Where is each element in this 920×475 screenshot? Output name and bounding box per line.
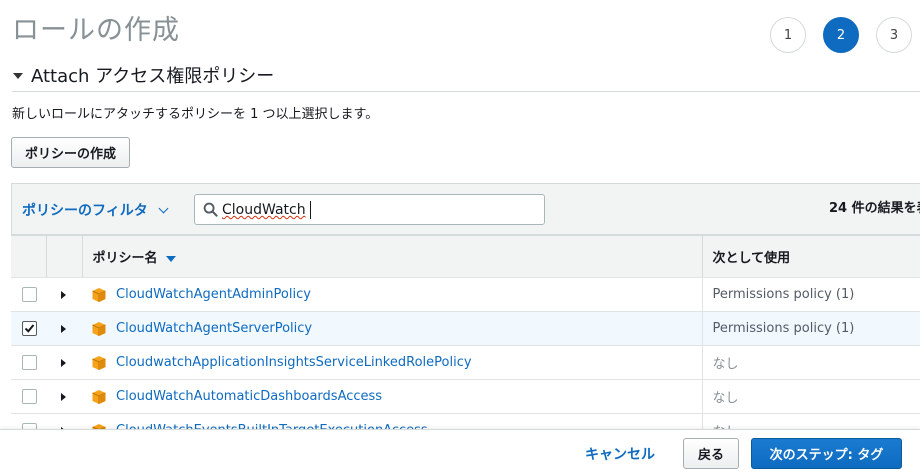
- page-title: ロールの作成: [12, 15, 180, 46]
- table-row[interactable]: CloudwatchApplicationInsightsServiceLink…: [11, 345, 920, 380]
- expand-triangle-icon[interactable]: [61, 392, 66, 401]
- policy-usage: なし: [702, 345, 920, 380]
- policy-usage: Permissions policy (1): [702, 311, 920, 346]
- section-header[interactable]: Attach アクセス権限ポリシー: [13, 62, 274, 88]
- policy-usage: Permissions policy (1): [702, 277, 920, 312]
- cancel-link[interactable]: キャンセル: [585, 444, 655, 464]
- back-button[interactable]: 戻る: [683, 438, 739, 469]
- section-title: Attach アクセス権限ポリシー: [31, 66, 275, 87]
- text-cursor: [310, 201, 311, 219]
- policy-filter-label: ポリシーのフィルタ: [22, 203, 148, 219]
- policy-table: ポリシー名 次として使用 CloudWatchAgentAdminPolicy …: [11, 235, 920, 448]
- search-input-value: CloudWatch: [222, 202, 306, 218]
- expand-triangle-icon[interactable]: [61, 324, 66, 333]
- section-divider: [12, 91, 920, 92]
- create-policy-button[interactable]: ポリシーの作成: [11, 137, 131, 168]
- header-expand-cell: [46, 235, 83, 278]
- column-header-policy-name-label: ポリシー名: [92, 251, 158, 266]
- policy-usage: なし: [702, 379, 920, 414]
- collapse-caret-icon[interactable]: [13, 73, 23, 79]
- search-icon: [203, 202, 218, 217]
- policy-cube-icon: [92, 287, 106, 302]
- section-description: 新しいロールにアタッチするポリシーを 1 つ以上選択します。: [12, 107, 379, 122]
- step-1[interactable]: 1: [770, 17, 806, 53]
- policy-name-link[interactable]: CloudWatchAgentServerPolicy: [116, 321, 312, 336]
- table-row[interactable]: CloudWatchAgentServerPolicy Permissions …: [11, 311, 920, 346]
- policy-cube-icon: [92, 321, 106, 336]
- search-input[interactable]: CloudWatch: [194, 194, 545, 225]
- chevron-down-icon: [158, 203, 169, 213]
- column-header-used-as: 次として使用: [702, 235, 920, 278]
- step-2-current[interactable]: 2: [823, 17, 859, 53]
- step-3[interactable]: 3: [876, 17, 912, 53]
- policy-cube-icon: [92, 355, 106, 370]
- table-row[interactable]: CloudWatchAutomaticDashboardsAccess なし: [11, 379, 920, 414]
- row-checkbox[interactable]: [22, 355, 37, 370]
- result-count: 24 件の結果を表示中: [829, 201, 920, 216]
- policy-name-link[interactable]: CloudWatchAutomaticDashboardsAccess: [116, 389, 382, 404]
- table-row[interactable]: CloudWatchAgentAdminPolicy Permissions p…: [11, 277, 920, 312]
- row-checkbox[interactable]: [22, 287, 37, 302]
- sort-descending-icon[interactable]: [165, 255, 176, 262]
- policy-filter-dropdown[interactable]: ポリシーのフィルタ: [22, 200, 169, 220]
- filter-bar: ポリシーのフィルタ CloudWatch 24 件の結果を表示中: [11, 183, 920, 235]
- row-checkbox[interactable]: [22, 389, 37, 404]
- step-indicator: 1 2 3: [770, 17, 912, 53]
- row-checkbox[interactable]: [22, 321, 37, 336]
- wizard-footer: キャンセル 戻る 次のステップ: タグ: [0, 429, 920, 475]
- header-checkbox-cell: [11, 235, 47, 278]
- next-step-tags-button[interactable]: 次のステップ: タグ: [751, 438, 902, 469]
- column-header-policy-name[interactable]: ポリシー名: [82, 235, 703, 278]
- policy-cube-icon: [92, 389, 106, 404]
- table-header-row: ポリシー名 次として使用: [11, 235, 920, 278]
- expand-triangle-icon[interactable]: [61, 358, 66, 367]
- policy-name-link[interactable]: CloudWatchAgentAdminPolicy: [116, 287, 311, 302]
- expand-triangle-icon[interactable]: [61, 290, 66, 299]
- policy-name-link[interactable]: CloudwatchApplicationInsightsServiceLink…: [116, 355, 472, 370]
